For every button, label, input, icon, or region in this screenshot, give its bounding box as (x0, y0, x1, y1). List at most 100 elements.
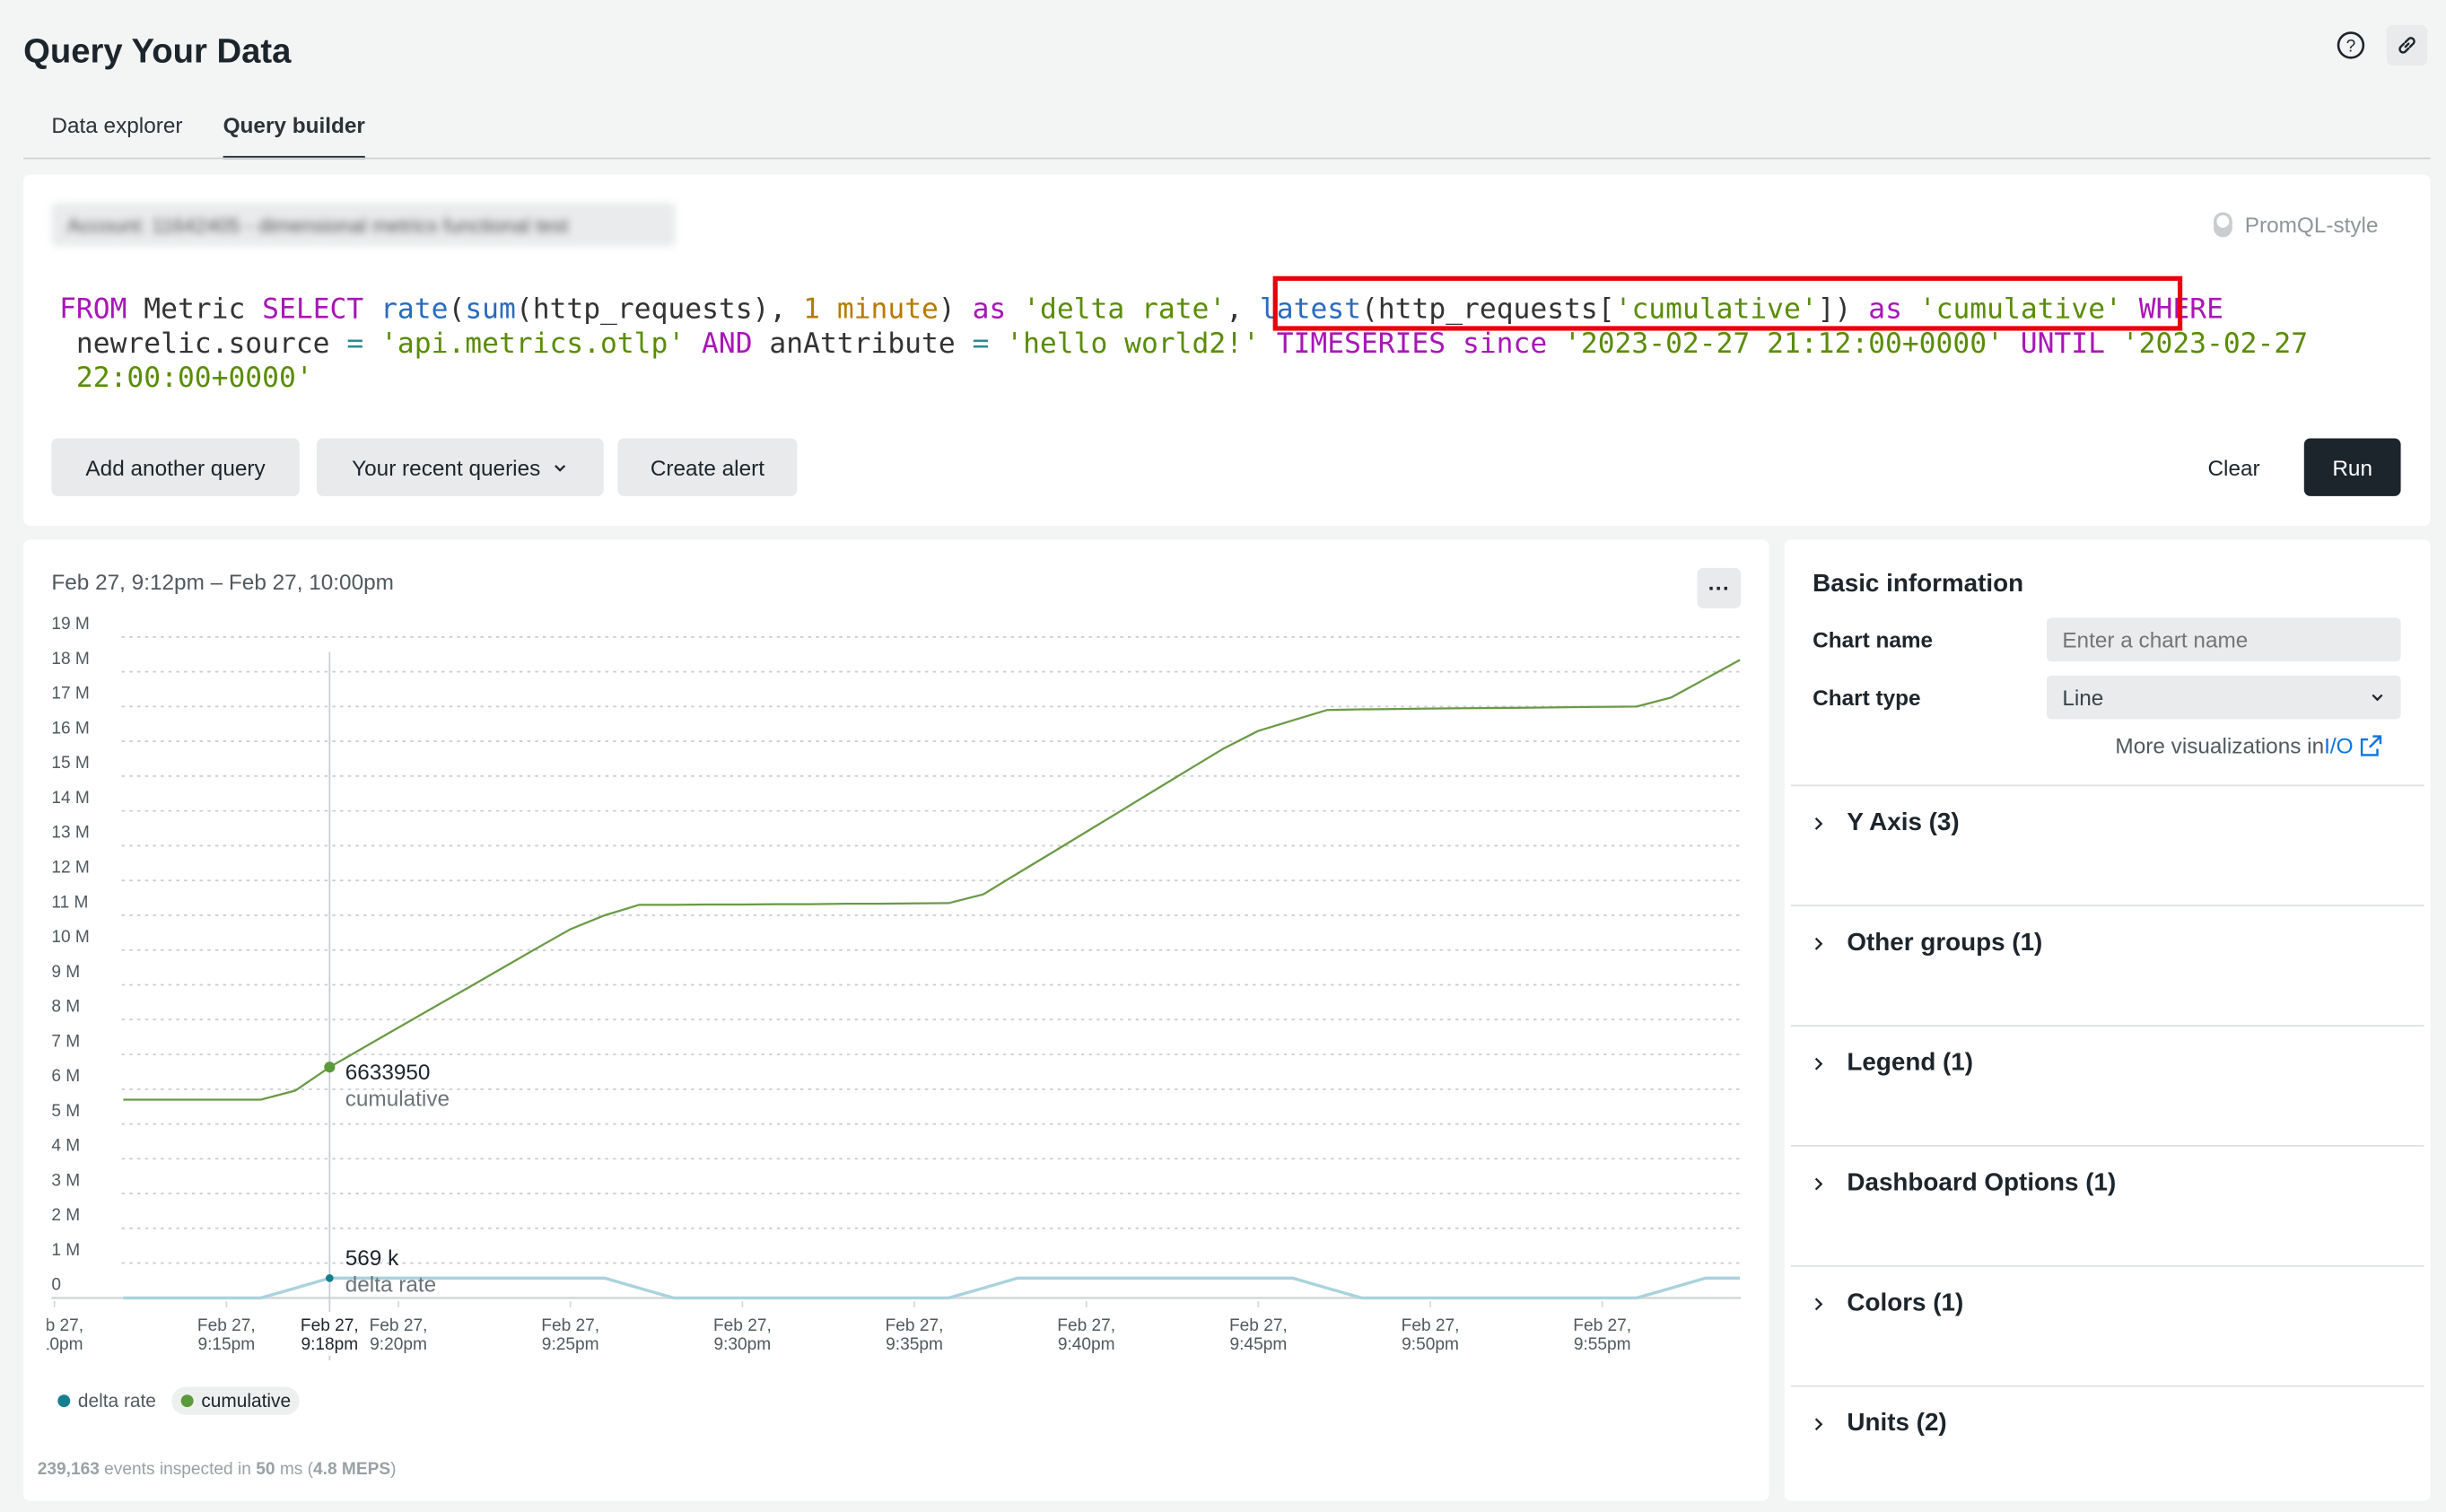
footer-text: events inspected in (99, 1460, 257, 1480)
y-tick-label: 10 M (51, 928, 89, 947)
x-tick-label: Feb 27, (1573, 1316, 1631, 1335)
hover-point-delta (326, 1274, 334, 1282)
settings-section[interactable]: Legend (1) (1813, 1050, 1973, 1078)
chevron-right-icon (1814, 937, 1823, 950)
section-label: Other groups (1) (1847, 930, 2043, 957)
query-token-str: 'delta rate' (1023, 293, 1227, 327)
x-tick-label: 9:20pm (370, 1335, 427, 1354)
query-token-str: 22:00:00+0000' (59, 362, 313, 395)
y-tick-label: 12 M (51, 859, 89, 878)
x-tick-label: 9:30pm (713, 1335, 771, 1354)
external-link-icon[interactable] (2358, 733, 2383, 758)
query-token-kw: FROM (59, 293, 127, 327)
section-label: Y Axis (3) (1847, 809, 1960, 836)
run-button[interactable]: Run (2303, 438, 2401, 496)
clear-button[interactable]: Clear (2184, 439, 2284, 496)
create-alert-button[interactable]: Create alert (617, 438, 798, 496)
chart-name-input[interactable] (2046, 617, 2401, 662)
chevron-right-icon (1814, 1177, 1823, 1191)
io-link[interactable]: I/O (2324, 733, 2353, 758)
legend-dot-icon (180, 1394, 194, 1408)
query-token-plain: newrelic.source (59, 328, 347, 361)
settings-section[interactable]: Colors (1) (1813, 1290, 1963, 1318)
recent-queries-label: Your recent queries (352, 454, 541, 480)
hover-time-label: Feb 27, (301, 1316, 359, 1335)
chart-name-label: Chart name (1813, 626, 1934, 652)
x-tick-label: 9:40pm (1058, 1335, 1115, 1354)
x-tick-label: Feb 27, (541, 1316, 599, 1335)
settings-section[interactable]: Y Axis (3) (1813, 809, 1960, 837)
y-tick-label: 8 M (51, 998, 80, 1017)
account-selector[interactable]: Account: 11642405 - dimensional metrics … (51, 203, 676, 247)
section-divider (1790, 905, 2424, 907)
legend-label: delta rate (77, 1390, 156, 1412)
x-tick-label: 9:10pm (26, 1335, 83, 1354)
chart-legend: delta rate cumulative (51, 1386, 301, 1415)
line-chart[interactable]: 0 1 M 2 M 3 M 4 M 5 M 6 M 7 M 8 M 9 M 10 M 11 M 12 M… (23, 540, 1769, 1383)
settings-section[interactable]: Dashboard Options (1) (1813, 1170, 2116, 1198)
y-tick-label: 19 M (51, 615, 89, 634)
tab-query-builder[interactable]: Query builder (223, 112, 365, 160)
query-token-str: 'hello world2!' (1006, 328, 1260, 361)
hover-cumulative-value: 6633950 (345, 1061, 431, 1085)
chevron-right-icon (1814, 817, 1823, 830)
section-label: Dashboard Options (1) (1847, 1169, 2117, 1197)
legend-item-cumulative[interactable]: cumulative (171, 1386, 301, 1415)
y-tick-label: 0 (51, 1276, 61, 1295)
help-button[interactable]: ? (2330, 25, 2371, 66)
query-token-fn: rate (380, 293, 449, 327)
query-token-kw: SELECT (262, 293, 364, 327)
chevron-down-icon (555, 464, 566, 471)
y-tick-label: 5 M (51, 1102, 80, 1121)
section-divider (1790, 1145, 2424, 1147)
query-token-plain: Metric (127, 293, 263, 327)
settings-section[interactable]: Other groups (1) (1813, 930, 2042, 957)
add-another-query-button[interactable]: Add another query (51, 438, 300, 496)
query-token-plain (2105, 328, 2122, 361)
y-tick-label: 17 M (51, 685, 89, 704)
x-tick-label: 9:25pm (542, 1335, 599, 1354)
chart-type-value: Line (2062, 685, 2104, 711)
query-token-plain: , (1226, 293, 1260, 327)
toggle-icon (2213, 212, 2232, 238)
promql-toggle[interactable]: PromQL-style (2209, 211, 2379, 239)
chevron-right-icon (1814, 1418, 1823, 1431)
query-token-kw: since (1462, 328, 1548, 361)
highlight-box (1272, 275, 2183, 331)
y-tick-label: 18 M (51, 650, 89, 669)
tabs-divider (23, 157, 2431, 160)
query-token-kw: AND (702, 328, 753, 361)
hover-time-label: 9:18pm (301, 1335, 358, 1354)
chevron-right-icon (1814, 1298, 1823, 1311)
query-token-kw: as (972, 293, 1007, 327)
query-ms: 50 (256, 1460, 275, 1480)
section-label: Legend (1) (1847, 1050, 1974, 1077)
query-token-plain: anAttribute (752, 328, 973, 361)
x-tick-label: 9:55pm (1574, 1335, 1631, 1354)
question-circle-icon: ? (2337, 31, 2365, 59)
copy-link-button[interactable] (2386, 24, 2428, 66)
query-token-plain (363, 328, 380, 361)
query-token-str: '2023-02-27 21:12:00+0000' (1564, 328, 2004, 361)
x-tick-label: Feb 27, (1402, 1316, 1460, 1335)
chart-type-select[interactable]: Line (2046, 675, 2401, 720)
events-inspected-footer: 239,163 events inspected in 50 ms (4.8 M… (38, 1460, 397, 1479)
y-tick-label: 4 M (51, 1137, 80, 1156)
x-tick-label: Feb 27, (25, 1316, 83, 1335)
hover-point-cumulative (324, 1062, 336, 1073)
tab-data-explorer[interactable]: Data explorer (51, 112, 182, 156)
x-tick-label: Feb 27, (1229, 1316, 1288, 1335)
recent-queries-button[interactable]: Your recent queries (316, 438, 604, 496)
section-divider (1790, 1025, 2424, 1027)
hover-delta-value: 569 k (345, 1246, 399, 1271)
settings-section[interactable]: Units (2) (1813, 1411, 1947, 1438)
legend-item-delta-rate[interactable]: delta rate (51, 1387, 162, 1415)
footer-text: ) (390, 1460, 397, 1480)
y-tick-label: 16 M (51, 719, 89, 738)
x-tick-label: Feb 27, (370, 1316, 428, 1335)
y-tick-label: 15 M (51, 754, 89, 773)
query-token-plain (363, 293, 380, 327)
chevron-right-icon (1814, 1057, 1823, 1071)
chart-type-label: Chart type (1813, 685, 1921, 711)
meps: 4.8 MEPS (313, 1460, 391, 1480)
